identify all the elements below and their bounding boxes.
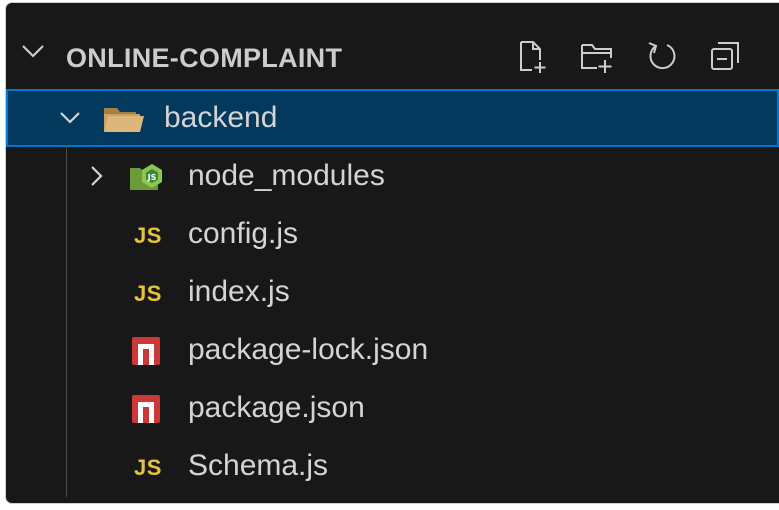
item-label: package-lock.json [188, 333, 429, 366]
tree-folder-backend[interactable]: backend [6, 89, 779, 147]
item-label: Schema.js [188, 449, 329, 482]
item-label: package.json [188, 391, 365, 424]
collapse-all-icon[interactable] [706, 37, 744, 77]
chevron-down-icon[interactable] [20, 41, 46, 66]
js-file-icon: JS [134, 223, 162, 248]
new-folder-icon[interactable] [578, 37, 616, 77]
tree-item-package-json[interactable]: package.json [6, 379, 779, 437]
tree-item-node-modules[interactable]: JS node_modules [6, 147, 779, 205]
explorer-panel: ONLINE-COMPLAINT backend JS node_modules… [6, 3, 779, 503]
js-file-icon: JS [134, 281, 162, 306]
tree-item-config-js[interactable]: JS config.js [6, 205, 779, 263]
npm-icon [132, 337, 160, 365]
refresh-icon[interactable] [642, 37, 680, 77]
nodejs-folder-icon: JS [128, 160, 168, 199]
section-title: ONLINE-COMPLAINT [66, 43, 343, 73]
tree-item-package-lock-json[interactable]: package-lock.json [6, 321, 779, 379]
explorer-actions [514, 37, 744, 77]
npm-icon [132, 395, 160, 423]
tree-item-schema-js[interactable]: JS Schema.js [6, 437, 779, 495]
new-file-icon[interactable] [514, 37, 552, 77]
item-label: config.js [188, 217, 299, 250]
svg-text:JS: JS [147, 173, 157, 182]
tree-item-index-js[interactable]: JS index.js [6, 263, 779, 321]
item-label: node_modules [188, 159, 385, 192]
chevron-right-icon[interactable] [88, 164, 104, 193]
item-label: index.js [188, 275, 290, 308]
folder-label: backend [164, 101, 278, 134]
chevron-down-icon[interactable] [58, 109, 82, 132]
folder-open-icon [102, 104, 146, 139]
explorer-section-header[interactable]: ONLINE-COMPLAINT [6, 3, 779, 87]
js-file-icon: JS [134, 455, 162, 480]
